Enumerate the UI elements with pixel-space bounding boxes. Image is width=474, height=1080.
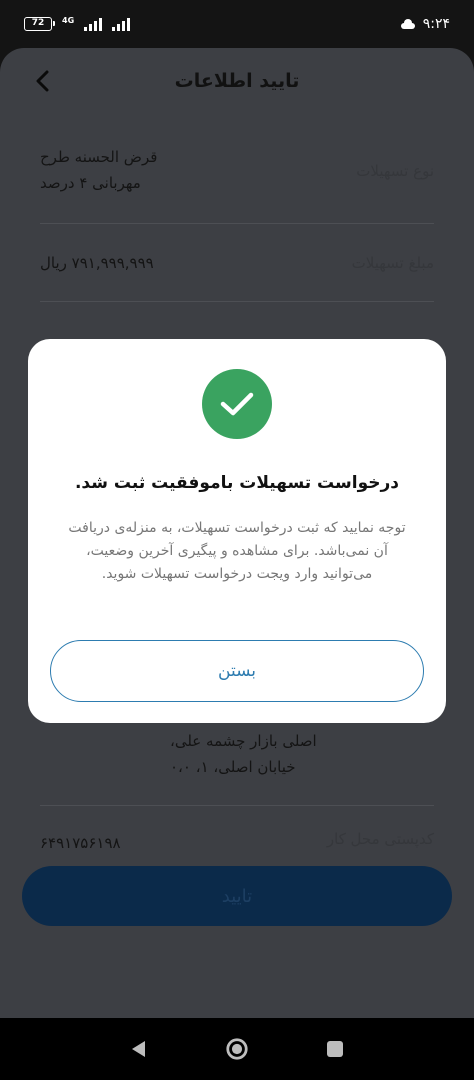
dialog-title: درخواست تسهیلات باموفقیت ثبت شد.	[74, 473, 400, 493]
sheet-header: تایید اطلاعات	[0, 48, 474, 114]
recents-nav-icon[interactable]	[323, 1037, 347, 1061]
success-check-icon	[202, 369, 272, 439]
row-value: قرض الحسنه طرح مهربانی ۴ درصد	[40, 148, 158, 192]
navigation-bar	[0, 1018, 474, 1080]
success-dialog: درخواست تسهیلات باموفقیت ثبت شد. توجه نم…	[28, 339, 446, 723]
back-arrow-icon[interactable]	[34, 70, 52, 92]
row-work-postal-code: کدپستی محل کار ۶۴۹۱۷۵۶۱۹۸	[40, 830, 434, 870]
row-value: اصلی بازار چشمه علی، خیابان اصلی، ۱، ۰،۰	[170, 732, 317, 776]
dialog-message: توجه نمایید که ثبت درخواست تسهیلات، به م…	[68, 520, 406, 582]
row-loan-type: نوع تسهیلات قرض الحسنه طرح مهربانی ۴ درص…	[40, 144, 434, 224]
row-label: مبلغ تسهیلات	[351, 254, 434, 272]
row-label: نوع تسهیلات	[356, 162, 434, 180]
row-work-address: اصلی بازار چشمه علی، خیابان اصلی، ۱، ۰،۰	[40, 724, 434, 806]
home-nav-icon[interactable]	[225, 1037, 249, 1061]
cloud-icon	[399, 19, 415, 29]
status-bar: 72 4G ۹:۲۴	[0, 0, 474, 48]
close-button[interactable]: بستن	[50, 640, 424, 702]
clock: ۹:۲۴	[422, 16, 450, 32]
status-right: ۹:۲۴	[399, 16, 450, 32]
page-title: تایید اطلاعات	[174, 70, 300, 92]
back-nav-icon[interactable]	[127, 1037, 151, 1061]
screen: 72 4G ۹:۲۴ تایید اطلاعات نوع تسهیلات قرض…	[0, 0, 474, 1080]
row-loan-amount: مبلغ تسهیلات ۷۹۱,۹۹۹,۹۹۹ ریال	[40, 244, 434, 302]
signal-icon	[84, 17, 103, 31]
row-label: کدپستی محل کار	[326, 830, 434, 848]
network-type: 4G	[62, 15, 75, 25]
battery-icon: 72	[24, 17, 55, 31]
row-value: ۷۹۱,۹۹۹,۹۹۹ ریال	[40, 254, 154, 272]
confirm-button[interactable]: تایید	[22, 866, 452, 926]
row-value: ۶۴۹۱۷۵۶۱۹۸	[40, 834, 121, 852]
signal-icon-2	[112, 17, 131, 31]
status-left: 72 4G	[24, 15, 131, 31]
